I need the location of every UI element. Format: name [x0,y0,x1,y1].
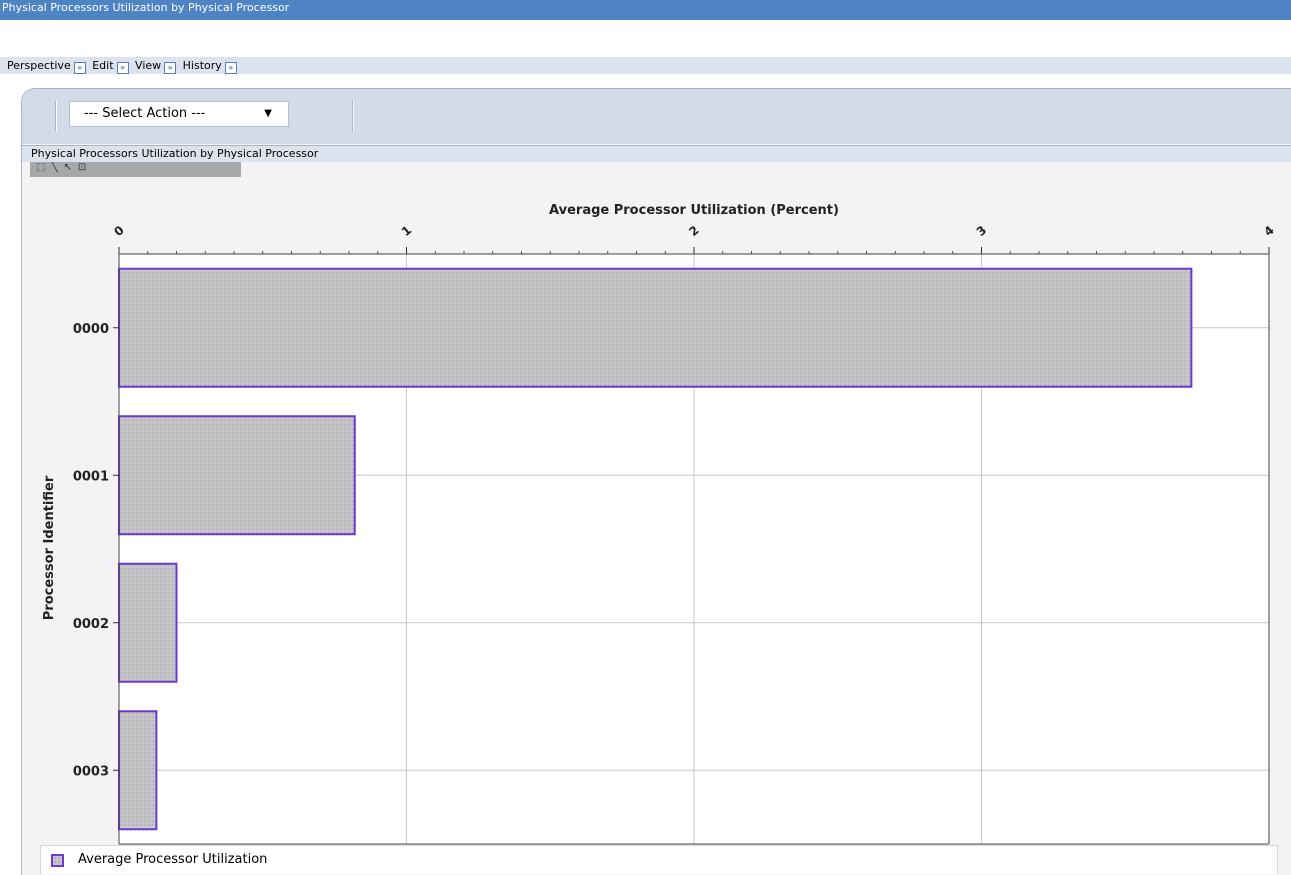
bar-0002 [118,562,178,683]
x-tick-label: 2 [686,223,701,239]
y-tick-label: 0001 [73,469,109,484]
x-tick-label: 3 [974,223,989,239]
y-tick-label: 0000 [73,322,109,337]
y-tick-label: 0002 [73,617,109,632]
legend-label: Average Processor Utilization [78,852,268,867]
x-axis-title: Average Processor Utilization (Percent) [549,203,839,218]
bar-0001 [118,415,356,536]
chart-legend: Average Processor Utilization [40,845,1278,874]
x-tick-label: 4 [1261,223,1276,239]
x-tick-label: 1 [399,223,414,239]
legend-swatch [51,854,64,867]
x-tick-label: 0 [111,223,126,239]
bar-0003 [118,710,158,831]
bar-chart: 0 1 2 3 4 0000 0001 0002 0003 Average Processor … [42,203,1277,845]
y-axis-title: Processor Identifier [42,475,57,620]
bar-0000 [118,267,1193,388]
y-tick-label: 0003 [73,764,109,779]
